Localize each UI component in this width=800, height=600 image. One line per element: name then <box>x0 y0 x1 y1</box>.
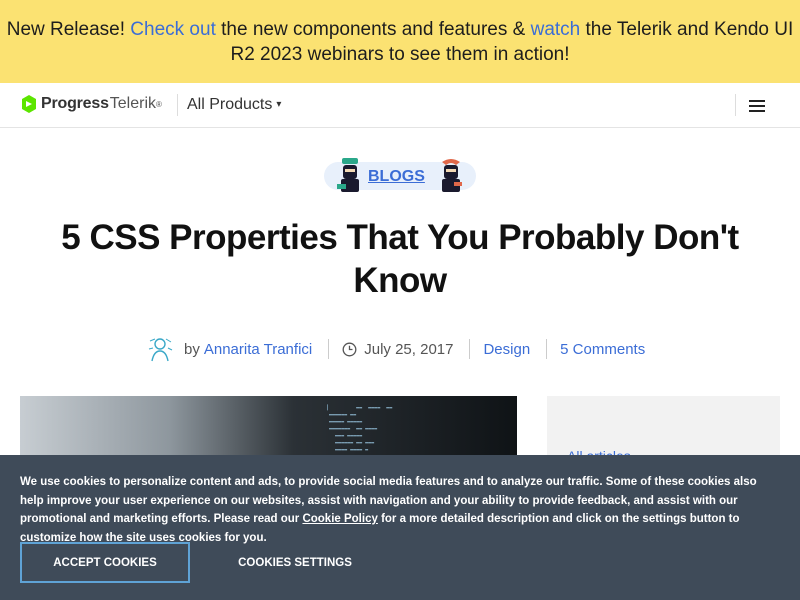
publish-date: July 25, 2017 <box>364 340 454 358</box>
nav-divider-right <box>735 94 736 116</box>
progress-telerik-logo[interactable]: Progress Telerik ® <box>20 95 162 113</box>
cookie-text: We use cookies to personalize content an… <box>20 473 782 547</box>
accept-cookies-button[interactable]: ACCEPT COOKIES <box>20 542 190 583</box>
author-avatar <box>148 338 173 362</box>
banner-text-part1: New Release! <box>6 19 131 40</box>
by-label: by <box>184 340 200 358</box>
article-meta: by Annarita Tranfici July 25, 2017 Desig… <box>146 335 645 363</box>
announcement-banner: New Release! Check out the new component… <box>0 0 800 83</box>
top-navigation: Progress Telerik ® All Products ▾ <box>0 83 800 128</box>
ninja-right-icon <box>442 159 462 192</box>
cookie-consent-banner: We use cookies to personalize content an… <box>0 455 800 600</box>
blogs-badge: BLOGS <box>324 156 476 196</box>
blogs-link[interactable]: BLOGS <box>368 168 425 186</box>
caret-down-icon: ▾ <box>276 99 282 110</box>
watch-link[interactable]: watch <box>531 19 581 40</box>
meta-divider <box>546 339 548 359</box>
comments-link[interactable]: 5 Comments <box>560 341 645 358</box>
ninja-left-icon <box>337 158 359 192</box>
all-products-dropdown[interactable]: All Products ▾ <box>187 96 281 114</box>
logo-telerik-text: Telerik <box>109 95 157 112</box>
logo-registered-mark: ® <box>156 99 162 109</box>
progress-logo-icon <box>22 95 36 113</box>
cookies-settings-button[interactable]: COOKIES SETTINGS <box>215 542 375 583</box>
clock-icon <box>342 342 357 356</box>
hamburger-menu-icon[interactable] <box>749 100 765 112</box>
nav-divider <box>177 94 178 116</box>
check-out-link[interactable]: Check out <box>130 19 216 40</box>
meta-divider <box>328 339 330 359</box>
banner-text-part2: the new components and features & <box>215 19 531 40</box>
article-title: 5 CSS Properties That You Probably Don't… <box>61 218 739 300</box>
meta-divider <box>469 339 471 359</box>
all-products-label: All Products <box>187 96 273 113</box>
cookie-policy-link[interactable]: Cookie Policy <box>302 513 377 525</box>
logo-progress-text: Progress <box>41 95 109 112</box>
author-link[interactable]: Annarita Tranfici <box>204 341 312 358</box>
category-link[interactable]: Design <box>483 341 530 358</box>
